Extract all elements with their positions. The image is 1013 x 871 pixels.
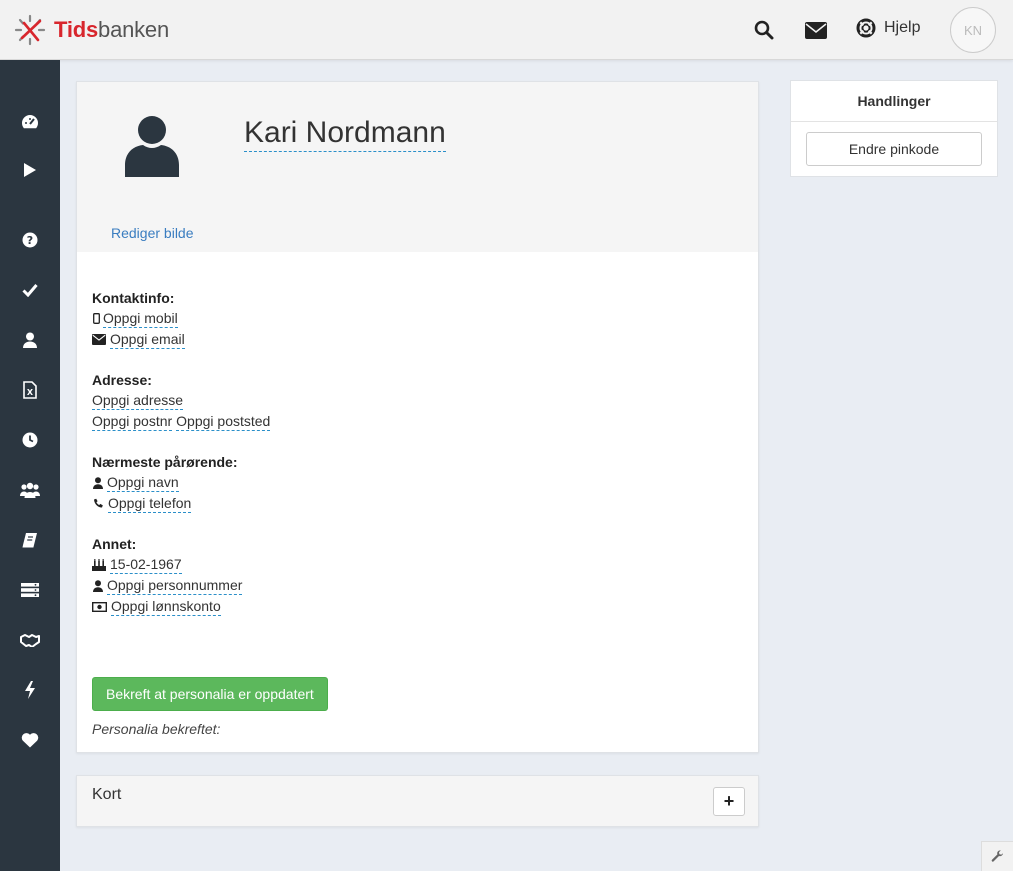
logo-text-banken: banken bbox=[98, 17, 170, 42]
street-row: Oppgi adresse bbox=[92, 390, 270, 411]
sidebar-item-dashboard[interactable] bbox=[19, 111, 41, 133]
search-icon bbox=[754, 20, 774, 40]
bolt-icon bbox=[25, 681, 35, 699]
relative-title: Nærmeste pårørende: bbox=[92, 454, 238, 470]
tools-button[interactable] bbox=[981, 841, 1013, 871]
help-link[interactable]: Hjelp bbox=[856, 18, 920, 38]
personnummer-field[interactable]: Oppgi personnummer bbox=[107, 577, 243, 595]
play-icon bbox=[24, 163, 36, 177]
user-icon bbox=[92, 579, 103, 592]
question-icon: ? bbox=[22, 232, 38, 248]
personnummer-row: Oppgi personnummer bbox=[92, 575, 243, 596]
account-row: Oppgi lønnskonto bbox=[92, 596, 242, 617]
actions-title: Handlinger bbox=[791, 81, 997, 122]
email-icon-wrap bbox=[92, 333, 106, 347]
sidebar-item-profile[interactable] bbox=[19, 329, 41, 351]
relative-user-icon-wrap bbox=[92, 476, 103, 490]
relative-phone-row: Oppgi telefon bbox=[92, 493, 238, 514]
sidebar-item-employees[interactable] bbox=[19, 479, 41, 501]
profile-header: Kari Nordmann Rediger bilde bbox=[77, 82, 758, 252]
change-pin-button[interactable]: Endre pinkode bbox=[806, 132, 982, 166]
top-bar: Tidsbanken Hjelp KN bbox=[0, 0, 1013, 60]
user-avatar[interactable]: KN bbox=[950, 7, 996, 53]
postnr-field[interactable]: Oppgi postnr bbox=[92, 413, 173, 431]
wrench-icon bbox=[991, 850, 1003, 862]
server-icon bbox=[21, 583, 39, 597]
sidebar-item-help[interactable]: ? bbox=[19, 229, 41, 251]
phone-icon-wrap bbox=[92, 497, 104, 511]
relative-phone-field[interactable]: Oppgi telefon bbox=[108, 495, 192, 513]
profile-picture-placeholder-icon[interactable] bbox=[125, 115, 179, 177]
sidebar-item-handbook[interactable] bbox=[19, 529, 41, 551]
other-title: Annet: bbox=[92, 536, 137, 552]
messages-button[interactable] bbox=[804, 18, 828, 42]
other-section: Annet: 15-02-1967 Oppgi personnummer Opp… bbox=[92, 534, 243, 617]
clock-icon bbox=[22, 432, 38, 448]
logo-mark-icon bbox=[14, 14, 46, 46]
birthday-field[interactable]: 15-02-1967 bbox=[110, 556, 182, 574]
phone-icon bbox=[93, 498, 103, 508]
account-field[interactable]: Oppgi lønnskonto bbox=[111, 598, 221, 616]
personnummer-user-icon-wrap bbox=[92, 579, 103, 593]
cards-panel-title: Kort bbox=[92, 786, 122, 803]
birthday-cake-icon-wrap bbox=[92, 558, 106, 572]
sidebar: ? X bbox=[0, 60, 60, 871]
address-title: Adresse: bbox=[92, 372, 152, 388]
poststed-field[interactable]: Oppgi poststed bbox=[176, 413, 271, 431]
actions-panel: Handlinger Endre pinkode bbox=[790, 80, 998, 177]
user-icon bbox=[23, 332, 37, 348]
postal-row: Oppgi postnr Oppgi poststed bbox=[92, 411, 271, 432]
relative-name-row: Oppgi navn bbox=[92, 472, 238, 493]
life-ring-icon bbox=[856, 18, 876, 38]
cards-panel: Kort + bbox=[76, 775, 759, 827]
add-card-button[interactable]: + bbox=[713, 787, 745, 816]
svg-text:?: ? bbox=[27, 234, 33, 247]
excel-file-icon: X bbox=[23, 381, 37, 399]
sidebar-item-favorites[interactable] bbox=[19, 729, 41, 751]
svg-text:X: X bbox=[27, 388, 34, 397]
relative-name-field[interactable]: Oppgi navn bbox=[107, 474, 179, 492]
mobile-row: Oppgi mobil bbox=[92, 308, 185, 329]
email-field[interactable]: Oppgi email bbox=[110, 331, 185, 349]
dashboard-icon bbox=[22, 115, 39, 129]
contact-section: Kontaktinfo: Oppgi mobil Oppgi email bbox=[92, 288, 185, 350]
check-icon bbox=[22, 284, 38, 297]
sidebar-item-start[interactable] bbox=[19, 159, 41, 181]
envelope-icon bbox=[805, 21, 827, 39]
sidebar-item-approve[interactable] bbox=[19, 279, 41, 301]
contact-title: Kontaktinfo: bbox=[92, 290, 175, 306]
sidebar-item-export[interactable]: X bbox=[19, 379, 41, 401]
tidsbanken-logo[interactable]: Tidsbanken bbox=[14, 14, 169, 46]
sidebar-item-systems[interactable] bbox=[19, 579, 41, 601]
edit-photo-link[interactable]: Rediger bilde bbox=[111, 225, 194, 241]
logo-text-tids: Tids bbox=[54, 17, 99, 42]
mobile-icon bbox=[92, 313, 100, 324]
relative-section: Nærmeste pårørende: Oppgi navn Oppgi tel… bbox=[92, 452, 238, 514]
street-field[interactable]: Oppgi adresse bbox=[92, 392, 184, 410]
birthday-row: 15-02-1967 bbox=[92, 554, 242, 575]
personalia-card: Kari Nordmann Rediger bilde Kontaktinfo:… bbox=[76, 81, 759, 753]
confirm-personalia-button[interactable]: Bekreft at personalia er oppdatert bbox=[92, 677, 328, 711]
birthday-cake-icon bbox=[92, 558, 106, 571]
heart-icon bbox=[21, 733, 39, 748]
envelope-icon bbox=[92, 334, 106, 345]
money-icon-wrap bbox=[92, 600, 107, 614]
user-icon bbox=[92, 476, 103, 489]
money-bill-icon bbox=[92, 601, 107, 612]
sidebar-item-integrations[interactable] bbox=[19, 679, 41, 701]
handshake-icon bbox=[20, 634, 40, 647]
logo-text: Tidsbanken bbox=[54, 17, 169, 43]
address-section: Adresse: Oppgi adresse Oppgi postnr Oppg… bbox=[92, 370, 271, 432]
mobile-field[interactable]: Oppgi mobil bbox=[103, 310, 178, 328]
users-icon bbox=[20, 482, 40, 498]
employee-name[interactable]: Kari Nordmann bbox=[244, 116, 446, 152]
book-icon bbox=[22, 533, 37, 548]
sidebar-item-time[interactable] bbox=[19, 429, 41, 451]
help-label: Hjelp bbox=[884, 19, 921, 36]
mobile-icon-wrap bbox=[92, 312, 100, 326]
personalia-confirmed-status: Personalia bekreftet: bbox=[92, 721, 221, 737]
sidebar-item-agreements[interactable] bbox=[19, 629, 41, 651]
email-row: Oppgi email bbox=[92, 329, 185, 350]
search-button[interactable] bbox=[752, 18, 776, 42]
